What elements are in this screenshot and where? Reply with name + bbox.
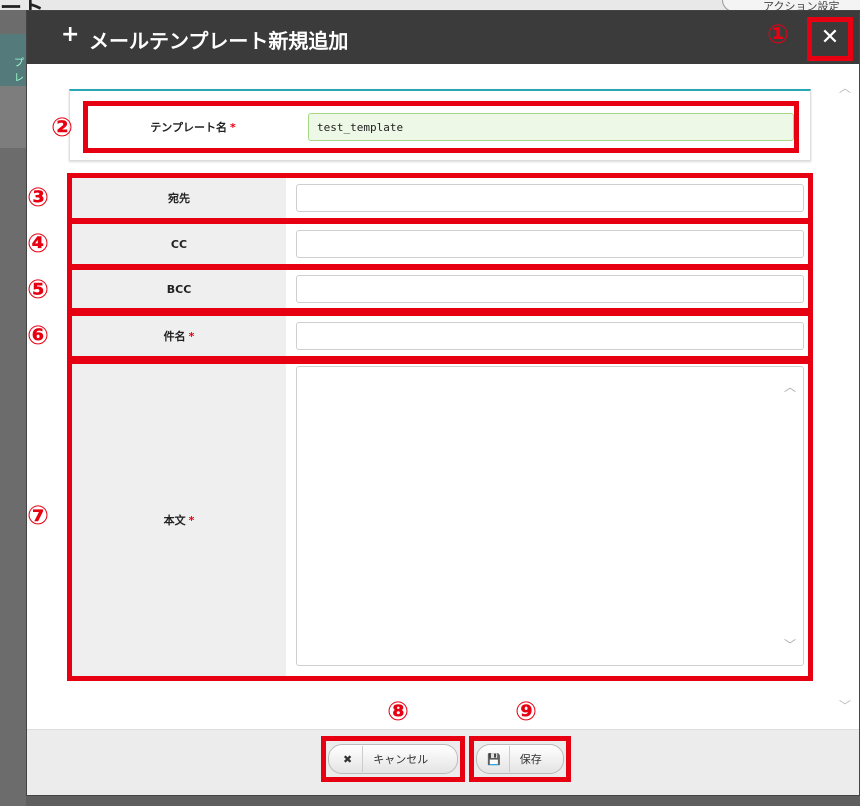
to-label: 宛先 bbox=[72, 178, 286, 218]
body-row: 本文 * ︿ ﹀ bbox=[67, 359, 813, 681]
to-row: 宛先 bbox=[67, 173, 813, 223]
template-name-row: テンプレート名 * bbox=[83, 101, 799, 153]
cc-row: CC bbox=[67, 219, 813, 269]
cancel-button-label: キャンセル bbox=[373, 753, 429, 766]
marker-5: ⑤ bbox=[27, 275, 50, 305]
bcc-row: BCC bbox=[67, 265, 813, 313]
to-input[interactable] bbox=[296, 184, 804, 212]
textarea-scroll-up-icon[interactable]: ︿ bbox=[784, 378, 796, 395]
textarea-scroll-down-icon[interactable]: ﹀ bbox=[784, 636, 796, 653]
save-button-label: 保存 bbox=[519, 753, 542, 766]
subject-row: 件名 * bbox=[67, 311, 813, 361]
marker-6: ⑥ bbox=[27, 321, 50, 351]
marker-3: ③ bbox=[27, 183, 50, 213]
background-panel bbox=[0, 86, 26, 148]
template-name-input[interactable] bbox=[308, 113, 794, 141]
template-name-label: テンプレート名 * bbox=[88, 106, 298, 148]
background-tab-strip: プレ bbox=[0, 34, 26, 86]
plus-icon: + bbox=[61, 22, 80, 47]
dialog-title-bar: + メールテンプレート新規追加 ✕ bbox=[27, 11, 859, 64]
scroll-up-icon[interactable]: ︿ bbox=[839, 79, 851, 96]
marker-2: ② bbox=[51, 113, 74, 143]
cancel-button[interactable]: ✖ キャンセル bbox=[328, 744, 458, 774]
body-label: 本文 * bbox=[72, 364, 286, 676]
marker-9: ⑨ bbox=[515, 697, 538, 727]
bcc-input[interactable] bbox=[296, 275, 804, 303]
cc-input[interactable] bbox=[296, 230, 804, 258]
cc-label: CC bbox=[72, 224, 286, 264]
mail-template-dialog: + メールテンプレート新規追加 ✕ ① ︿ ﹀ テンプレート名* ② 宛先 ③ … bbox=[26, 10, 860, 796]
marker-4: ④ bbox=[27, 229, 50, 259]
subject-label: 件名 * bbox=[72, 316, 286, 356]
dialog-title: メールテンプレート新規追加 bbox=[89, 29, 349, 53]
body-textarea[interactable] bbox=[296, 366, 804, 666]
scroll-down-icon[interactable]: ﹀ bbox=[839, 697, 851, 714]
close-button[interactable]: ✕ bbox=[807, 17, 853, 61]
save-button[interactable]: 💾 保存 bbox=[476, 744, 564, 774]
subject-input[interactable] bbox=[296, 322, 804, 350]
close-icon: ✕ bbox=[820, 25, 840, 50]
save-button-frame: 💾 保存 bbox=[469, 736, 571, 782]
marker-8: ⑧ bbox=[387, 697, 410, 727]
floppy-disk-icon: 💾 bbox=[487, 752, 501, 766]
bcc-label: BCC bbox=[72, 270, 286, 308]
close-icon: ✖ bbox=[343, 752, 353, 766]
background-header: ート アクション設定 bbox=[0, 0, 860, 21]
marker-7: ⑦ bbox=[27, 501, 50, 531]
marker-1: ① bbox=[767, 20, 790, 50]
cancel-button-frame: ✖ キャンセル bbox=[321, 736, 465, 782]
